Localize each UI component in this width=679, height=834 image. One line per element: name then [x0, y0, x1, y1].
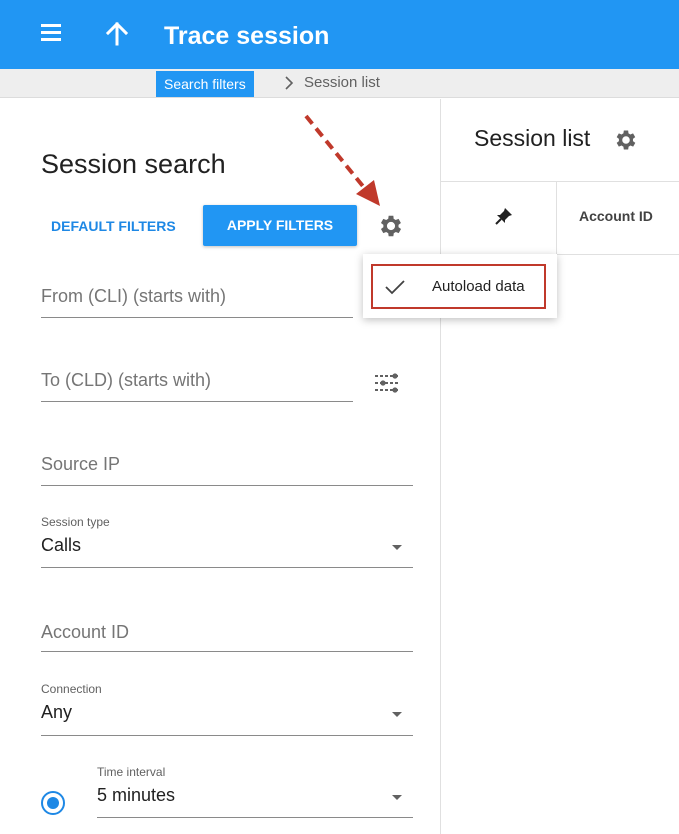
to-cld-field[interactable]: To (CLD) (starts with) — [41, 370, 353, 404]
time-interval-select[interactable]: Time interval 5 minutes — [97, 765, 413, 821]
breadcrumb: Search filters Session list — [0, 69, 679, 98]
chevron-right-icon — [285, 76, 294, 90]
account-id-underline — [41, 651, 413, 652]
app-bar: Trace session — [0, 0, 679, 69]
tune-icon[interactable] — [373, 372, 401, 394]
arrow-up-icon[interactable] — [103, 20, 131, 48]
session-list-title: Session list — [474, 125, 591, 151]
session-search-title: Session search — [41, 149, 226, 179]
gear-icon[interactable] — [613, 127, 639, 153]
session-type-label: Session type — [41, 515, 110, 529]
page-title: Trace session — [164, 22, 330, 50]
from-cli-field[interactable]: From (CLI) (starts with) — [41, 286, 353, 320]
from-cli-underline — [41, 317, 353, 318]
gear-icon[interactable] — [377, 212, 405, 240]
source-ip-placeholder: Source IP — [41, 454, 121, 474]
to-cld-underline — [41, 401, 353, 402]
connection-label: Connection — [41, 682, 102, 696]
default-filters-button[interactable]: DEFAULT FILTERS — [41, 206, 186, 246]
connection-underline — [41, 735, 413, 736]
source-ip-field[interactable]: Source IP — [41, 454, 413, 488]
connection-select[interactable]: Connection Any — [41, 682, 413, 738]
breadcrumb-session-list[interactable]: Session list — [304, 74, 380, 91]
to-cld-placeholder: To (CLD) (starts with) — [41, 370, 212, 390]
hamburger-menu-icon[interactable] — [38, 24, 64, 44]
menu-item-label: Autoload data — [432, 278, 525, 295]
source-ip-underline — [41, 485, 413, 486]
chevron-down-icon — [392, 795, 402, 800]
from-cli-placeholder: From (CLI) (starts with) — [41, 286, 227, 306]
pin-icon[interactable] — [494, 206, 514, 226]
column-divider — [556, 182, 557, 254]
chevron-down-icon — [392, 545, 402, 550]
column-header-account-id[interactable]: Account ID — [579, 208, 653, 224]
breadcrumb-search-filters[interactable]: Search filters — [156, 71, 254, 97]
session-type-select[interactable]: Session type Calls — [41, 515, 413, 571]
time-interval-value: 5 minutes — [97, 785, 176, 805]
time-interval-underline — [97, 817, 413, 818]
chevron-down-icon — [392, 712, 402, 717]
checkmark-icon — [385, 280, 405, 295]
account-id-field[interactable]: Account ID — [41, 622, 413, 656]
account-id-placeholder: Account ID — [41, 622, 130, 642]
time-interval-label: Time interval — [97, 765, 166, 779]
connection-value: Any — [41, 702, 73, 722]
session-type-underline — [41, 567, 413, 568]
session-type-value: Calls — [41, 535, 82, 555]
time-interval-radio[interactable] — [41, 791, 65, 815]
apply-filters-button[interactable]: APPLY FILTERS — [203, 205, 357, 246]
